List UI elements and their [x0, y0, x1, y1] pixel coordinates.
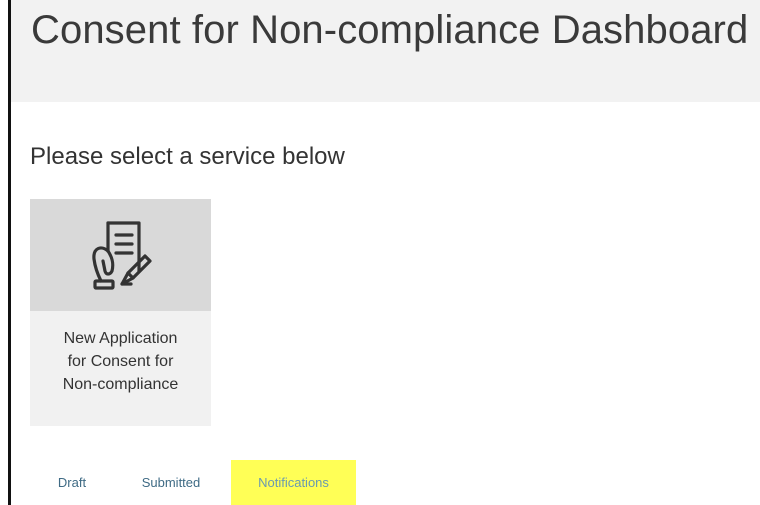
tab-notifications[interactable]: Notifications: [231, 460, 356, 505]
tab-submitted[interactable]: Submitted: [125, 460, 217, 505]
card-label-line: for Consent for: [67, 353, 174, 370]
new-application-service-card[interactable]: New Application for Consent for Non-comp…: [30, 199, 211, 426]
service-card-label: New Application for Consent for Non-comp…: [30, 327, 211, 396]
card-label-line: Non-compliance: [62, 376, 179, 393]
page-header: Consent for Non-compliance Dashboard: [11, 0, 760, 102]
tab-draft[interactable]: Draft: [35, 460, 109, 505]
card-label-line: New Application: [63, 330, 178, 347]
page-title: Consent for Non-compliance Dashboard: [31, 8, 749, 52]
hand-holding-document-icon: [91, 221, 152, 290]
application-tabs: Draft Submitted Notifications: [35, 460, 435, 505]
card-icon-area: [30, 199, 211, 311]
section-heading: Please select a service below: [30, 143, 345, 170]
